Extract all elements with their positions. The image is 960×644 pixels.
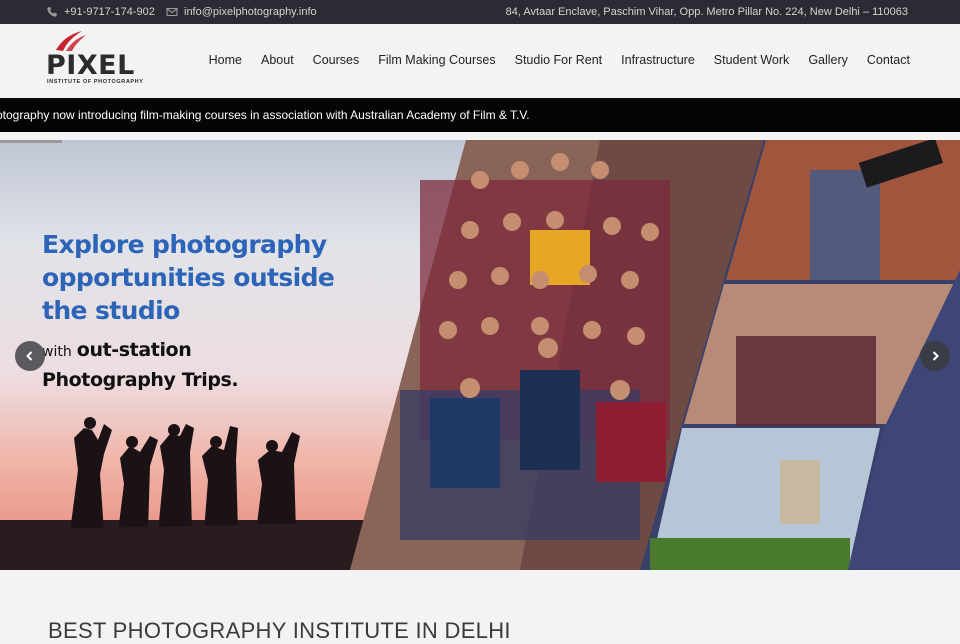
email-contact[interactable]: info@pixelphotography.info (166, 0, 317, 24)
hero-headline-line-2: opportunities outside (42, 263, 335, 292)
nav-student-work[interactable]: Student Work (714, 53, 790, 67)
phone-icon (47, 7, 57, 17)
section-title: BEST PHOTOGRAPHY INSTITUTE IN DELHI (48, 618, 511, 643)
hero-headline: Explore photography opportunities outsid… (42, 228, 335, 327)
logo-tagline: INSTITUTE OF PHOTOGRAPHY (47, 79, 144, 85)
logo-wordmark: PIXEL (46, 50, 135, 81)
group-students (400, 153, 670, 540)
announcement-ticker[interactable]: otography now introducing film-making co… (0, 98, 960, 132)
nav-courses[interactable]: Courses (313, 53, 360, 67)
nav-home[interactable]: Home (209, 53, 242, 67)
chevron-left-icon (26, 351, 33, 361)
photographer-silhouettes (70, 417, 300, 532)
slider-progress-bar (0, 140, 62, 143)
phone-contact[interactable]: +91-9717-174-902 (46, 0, 155, 24)
logo-swoosh-icon (56, 31, 86, 51)
hero-headline-line-3: the studio (42, 296, 180, 325)
main-nav: Home About Courses Film Making Courses S… (209, 53, 910, 67)
phone-number: +91-9717-174-902 (64, 6, 155, 18)
nav-film-making-courses[interactable]: Film Making Courses (378, 53, 495, 67)
top-contact-bar: +91-9717-174-902 info@pixelphotography.i… (0, 0, 960, 24)
site-logo[interactable]: PIXEL INSTITUTE OF PHOTOGRAPHY (46, 30, 144, 88)
email-address: info@pixelphotography.info (184, 6, 317, 18)
nav-about[interactable]: About (261, 53, 294, 67)
hero-headline-line-1: Explore photography (42, 230, 327, 259)
address-text: 84, Avtaar Enclave, Paschim Vihar, Opp. … (505, 6, 908, 18)
chevron-right-icon (932, 351, 939, 361)
hero-sub-bold-1: out-station (76, 339, 192, 361)
envelope-icon (166, 7, 178, 17)
intro-section: BEST PHOTOGRAPHY INSTITUTE IN DELHI (0, 570, 960, 643)
nav-studio-for-rent[interactable]: Studio For Rent (515, 53, 603, 67)
hero-slider[interactable]: Explore photography opportunities outsid… (0, 140, 960, 570)
nav-gallery[interactable]: Gallery (808, 53, 848, 67)
hero-sub-prefix: with (42, 344, 72, 360)
nav-infrastructure[interactable]: Infrastructure (621, 53, 695, 67)
hero-subheadline: with out-station Photography Trips. (42, 336, 239, 394)
nav-contact[interactable]: Contact (867, 53, 910, 67)
slider-next-button[interactable] (920, 341, 950, 371)
hero-sub-bold-2: Photography Trips. (42, 369, 239, 391)
site-header: PIXEL INSTITUTE OF PHOTOGRAPHY Home Abou… (0, 24, 960, 98)
slider-prev-button[interactable] (15, 341, 45, 371)
ticker-text: otography now introducing film-making co… (0, 108, 530, 122)
